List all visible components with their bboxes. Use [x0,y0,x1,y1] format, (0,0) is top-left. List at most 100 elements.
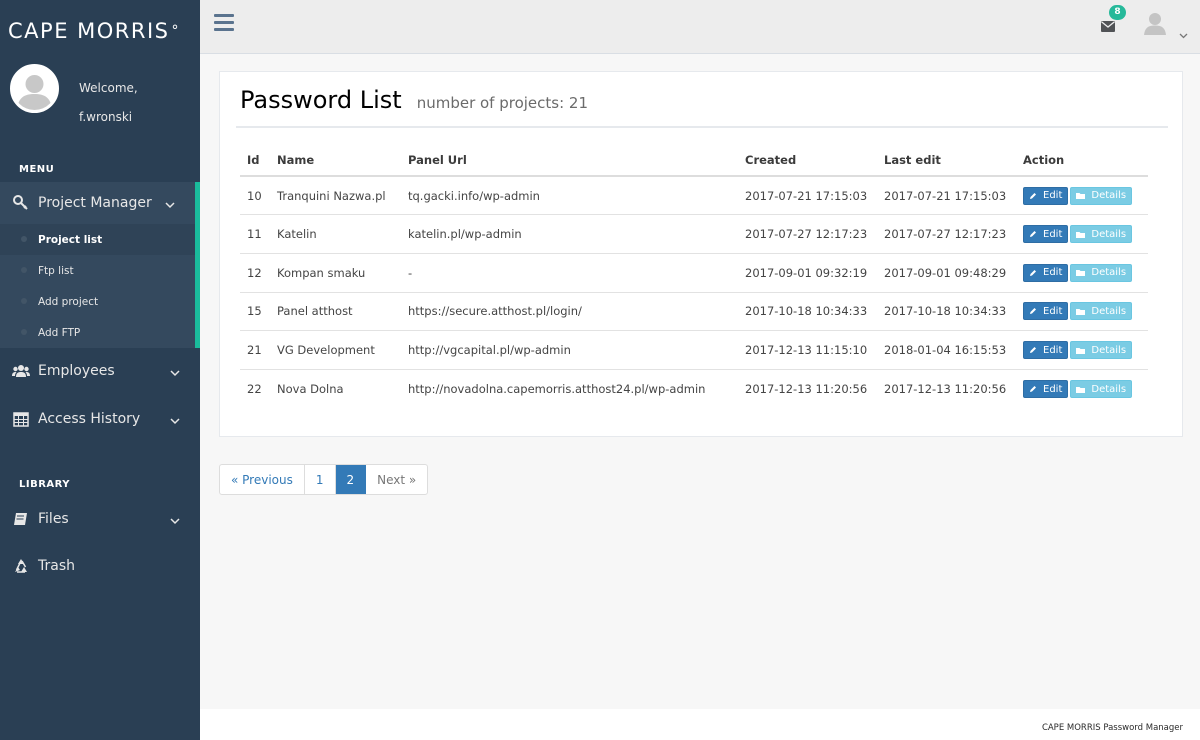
cell-action: Edit Details [1016,176,1148,216]
cell-panel-url: tq.gacki.info/wp-admin [401,176,738,216]
details-button[interactable]: Details [1070,341,1133,360]
cell-name: VG Development [270,330,401,370]
cell-id: 21 [240,330,270,370]
page-2-button[interactable]: 2 [335,465,367,494]
cell-panel-url: katelin.pl/wp-admin [401,214,738,254]
edit-label: Edit [1043,190,1063,202]
cell-panel-url: - [401,253,738,293]
calendar-icon [12,410,30,428]
sidebar-subitem-ftp-list[interactable]: Ftp list [0,255,195,286]
details-button[interactable]: Details [1070,186,1133,205]
sidebar-subitem-project-list[interactable]: Project list [0,224,195,255]
menu-toggle-icon[interactable] [214,14,234,35]
chevron-down-icon [170,365,180,381]
profile: Welcome, f.wronski [0,62,200,157]
column-header-name[interactable]: Name [270,138,401,177]
cell-id: 15 [240,292,270,332]
topbar: 8 [200,0,1200,54]
library-section-title: LIBRARY [19,479,71,490]
cell-created: 2017-07-21 17:15:03 [738,176,877,216]
folder-icon [1076,231,1088,238]
cell-last-edit: 2017-10-18 10:34:33 [877,292,1016,332]
details-label: Details [1091,383,1127,395]
cell-id: 12 [240,253,270,293]
brand-logo[interactable]: CAPE MORRIS ° [0,0,200,62]
cell-panel-url: http://vgcapital.pl/wp-admin [401,330,738,370]
sidebar-item-access-history[interactable]: Access History [0,398,200,440]
cell-id: 22 [247,382,262,397]
table-row: 22 Nova Dolna http://novadolna.capemorris.… [240,369,1148,408]
sidebar-item-label: Files [38,511,69,527]
brand-mark: ° [171,23,180,39]
cell-id: 10 [240,176,270,216]
edit-button[interactable]: Edit [1023,263,1069,282]
details-label: Details [1091,190,1127,202]
envelope-icon[interactable] [1101,17,1115,36]
details-label: Details [1091,305,1127,317]
title-divider [236,126,1168,128]
details-button[interactable]: Details [1070,263,1133,282]
column-header-panel-url[interactable]: Panel Url [401,138,738,177]
sidebar-subitem-add-project[interactable]: Add project [0,286,195,317]
cell-action: Edit Details [1016,214,1148,254]
sidebar-item-files[interactable]: Files [0,498,200,540]
cell-action: Edit Details [1016,369,1148,408]
cell-created: 2017-10-18 10:34:33 [738,292,877,332]
previous-page-button[interactable]: « Previous [220,465,305,494]
cell-created: 2017-12-13 11:20:56 [745,382,868,397]
sidebar-subitem-add-ftp[interactable]: Add FTP [0,317,195,348]
cell-panel-url: https://secure.atthost.pl/login/ [401,292,738,332]
project-submenu: Project list Ftp list Add project Add FT… [0,224,200,348]
edit-button[interactable]: Edit [1023,341,1069,360]
folder-icon [1076,308,1088,315]
sidebar-item-employees[interactable]: Employees [0,350,200,392]
username-label: f.wronski [79,110,133,124]
details-button[interactable]: Details [1070,380,1133,399]
edit-label: Edit [1043,267,1063,279]
cell-last-edit: 2017-12-13 11:20:56 [884,382,1007,397]
cell-name: Katelin [270,214,401,254]
pencil-icon [1029,307,1040,315]
welcome-label: Welcome, [79,81,138,95]
column-header-id[interactable]: Id [240,138,270,177]
cell-created: 2017-12-13 11:15:10 [738,330,877,370]
details-label: Details [1091,344,1127,356]
details-button[interactable]: Details [1070,302,1133,321]
column-header-created[interactable]: Created [738,138,877,177]
cell-name: Panel atthost [270,292,401,332]
folder-icon [1076,347,1088,354]
cell-action: Edit Details [1016,292,1148,332]
next-page-button[interactable]: Next » [366,465,427,494]
edit-label: Edit [1043,228,1063,240]
folder-icon [1076,192,1088,200]
sidebar-item-project-manager[interactable]: Project Manager [0,182,200,224]
brand-name: CAPE MORRIS [8,19,170,43]
chevron-down-icon [170,513,180,529]
pencil-icon [1029,385,1040,393]
table-row: 21 VG Development http://vgcapital.pl/wp-a… [240,330,1148,370]
menu-section-title: MENU [19,164,55,175]
edit-button[interactable]: Edit [1023,302,1069,321]
column-header-last-edit[interactable]: Last edit [877,138,1016,177]
password-table: Id Name Panel Url Created Last edit Acti… [240,138,1148,408]
chevron-down-icon[interactable] [1179,24,1188,43]
edit-button[interactable]: Edit [1023,225,1069,244]
table-row: 12 Kompan smaku -2017-09-01 09:32:19 2017-0… [240,253,1148,293]
user-avatar-icon[interactable] [1144,11,1166,39]
sidebar-item-trash[interactable]: Trash [0,545,200,587]
recycle-icon [12,557,30,575]
pencil-icon [1029,269,1040,277]
table-row: 10 Tranquini Nazwa.pl tq.gacki.info/wp-adm… [240,176,1148,216]
sidebar-item-label: Project Manager [38,195,152,211]
sidebar-item-label: Employees [38,363,115,379]
project-count: number of projects: 21 [416,94,589,112]
column-header-action: Action [1016,138,1148,177]
cell-last-edit: 2017-09-01 09:48:29 [877,253,1016,293]
folder-icon [1076,269,1088,277]
cell-name: Kompan smaku [270,253,401,293]
page-1-button[interactable]: 1 [305,465,336,494]
notification-badge: 8 [1109,5,1126,20]
edit-button[interactable]: Edit [1023,380,1069,399]
details-button[interactable]: Details [1070,225,1133,244]
edit-button[interactable]: Edit [1023,186,1069,205]
